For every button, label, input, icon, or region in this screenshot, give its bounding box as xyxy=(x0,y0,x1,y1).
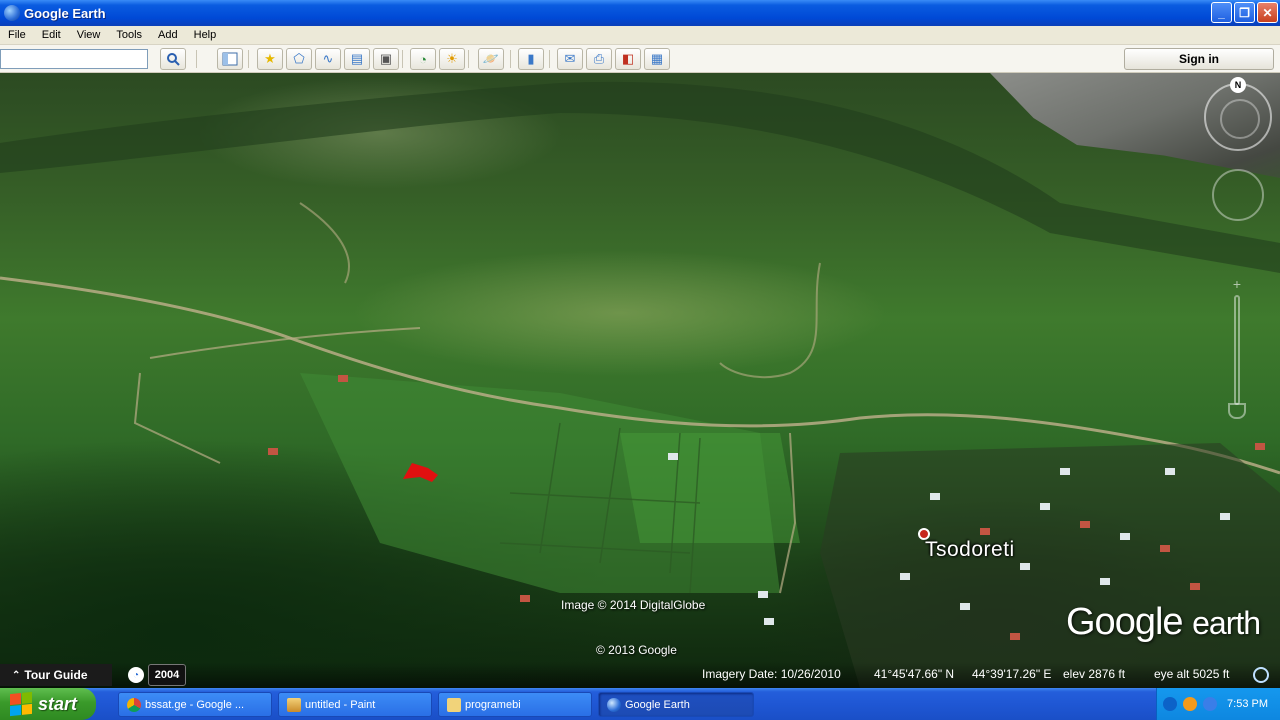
house xyxy=(338,375,348,382)
tray-avast-icon[interactable] xyxy=(1183,697,1197,711)
house xyxy=(1160,545,1170,552)
historical-imagery-icon[interactable]: ◔ xyxy=(128,667,144,683)
eye-altitude: eye alt 5025 ft xyxy=(1154,667,1230,681)
add-path-icon[interactable]: ∿ xyxy=(315,48,341,70)
house xyxy=(1040,503,1050,510)
house xyxy=(1010,633,1020,640)
taskbar-item-google-earth[interactable]: Google Earth xyxy=(598,692,754,717)
map-viewport[interactable]: Tsodoreti Image © 2014 DigitalGlobe © 20… xyxy=(0,73,1280,688)
menu-tools[interactable]: Tools xyxy=(108,29,150,41)
house xyxy=(1100,578,1110,585)
window-title: Google Earth xyxy=(24,5,106,21)
house xyxy=(1255,443,1265,450)
house xyxy=(960,603,970,610)
latitude: 41°45'47.66" N xyxy=(874,667,955,681)
menu-edit[interactable]: Edit xyxy=(34,29,69,41)
taskbar-item-folder[interactable]: programebi xyxy=(438,692,592,717)
add-polygon-icon[interactable]: ⬠ xyxy=(286,48,312,70)
folder-icon xyxy=(447,698,461,712)
historical-imagery-icon[interactable]: ◔ xyxy=(410,48,436,70)
zoom-out-icon[interactable] xyxy=(1228,403,1246,419)
system-tray: 7:53 PM xyxy=(1156,688,1280,720)
sidebar-toggle-icon[interactable] xyxy=(217,48,243,70)
house xyxy=(1220,513,1230,520)
google-earth-icon xyxy=(4,5,20,21)
taskbar-item-chrome[interactable]: bssat.ge - Google ... xyxy=(118,692,272,717)
menu-bar: File Edit View Tools Add Help xyxy=(0,26,1280,45)
menu-help[interactable]: Help xyxy=(186,29,225,41)
view-in-maps-icon[interactable]: ◧ xyxy=(615,48,641,70)
house xyxy=(1120,533,1130,540)
map-credit: © 2013 Google xyxy=(596,643,677,657)
menu-add[interactable]: Add xyxy=(150,29,186,41)
windows-logo-icon xyxy=(10,691,32,717)
maximize-button[interactable]: ❐ xyxy=(1234,2,1255,23)
house xyxy=(980,528,990,535)
zoom-in-icon[interactable]: + xyxy=(1230,277,1244,291)
sign-in-button[interactable]: Sign in xyxy=(1124,48,1274,70)
map-imagery xyxy=(0,81,1280,688)
elevation: elev 2876 ft xyxy=(1063,667,1126,681)
house xyxy=(1080,521,1090,528)
navigation-controls: N + xyxy=(1202,77,1274,421)
tray-bluetooth-icon[interactable] xyxy=(1203,697,1217,711)
house xyxy=(1190,583,1200,590)
house xyxy=(1060,468,1070,475)
google-earth-logo: Google earth xyxy=(1066,601,1261,643)
place-label[interactable]: Tsodoreti xyxy=(925,538,1015,562)
house xyxy=(900,573,910,580)
house xyxy=(930,493,940,500)
longitude: 44°39'17.26" E xyxy=(972,667,1052,681)
start-button[interactable]: start xyxy=(0,688,96,720)
zoom-slider[interactable] xyxy=(1234,295,1240,405)
chevron-up-icon: ⌃ xyxy=(12,669,21,681)
clock[interactable]: 7:53 PM xyxy=(1227,698,1268,710)
print-icon[interactable]: ⎙ xyxy=(586,48,612,70)
tray-arrow-icon[interactable] xyxy=(1163,697,1177,711)
tour-guide-button[interactable]: ⌃ Tour Guide xyxy=(0,664,112,686)
streaming-progress-icon xyxy=(1253,667,1269,683)
save-image-icon[interactable]: ▦ xyxy=(644,48,670,70)
toolbar: ★ ⬠ ∿ ▤ ▣ ◔ ☀ 🪐 ▮ ✉ ⎙ ◧ ▦ Sign in xyxy=(0,45,1280,73)
planets-icon[interactable]: 🪐 xyxy=(478,48,504,70)
add-image-overlay-icon[interactable]: ▤ xyxy=(344,48,370,70)
house xyxy=(1020,563,1030,570)
search-input[interactable] xyxy=(0,49,148,69)
compass-ring[interactable] xyxy=(1204,83,1272,151)
imagery-date: Imagery Date: 10/26/2010 xyxy=(702,667,841,681)
house xyxy=(1165,468,1175,475)
paint-icon xyxy=(287,698,301,712)
status-bar: ⌃ Tour Guide ◔ 2004 Imagery Date: 10/26/2… xyxy=(0,662,1280,688)
menu-file[interactable]: File xyxy=(0,29,34,41)
window-title-bar[interactable]: Google Earth _ ❐ ✕ xyxy=(0,0,1280,26)
email-icon[interactable]: ✉ xyxy=(557,48,583,70)
move-joystick[interactable] xyxy=(1212,169,1264,221)
house xyxy=(520,595,530,602)
house xyxy=(764,618,774,625)
imagery-year-badge[interactable]: 2004 xyxy=(148,664,186,686)
google-earth-icon xyxy=(607,698,621,712)
taskbar-item-paint[interactable]: untitled - Paint xyxy=(278,692,432,717)
search-icon[interactable] xyxy=(160,48,186,70)
close-button[interactable]: ✕ xyxy=(1257,2,1278,23)
chrome-icon xyxy=(127,698,141,712)
ruler-icon[interactable]: ▮ xyxy=(518,48,544,70)
house xyxy=(668,453,678,460)
add-placemark-icon[interactable]: ★ xyxy=(257,48,283,70)
house xyxy=(758,591,768,598)
house xyxy=(268,448,278,455)
record-tour-icon[interactable]: ▣ xyxy=(373,48,399,70)
sunlight-icon[interactable]: ☀ xyxy=(439,48,465,70)
north-icon[interactable]: N xyxy=(1230,77,1246,93)
minimize-button[interactable]: _ xyxy=(1211,2,1232,23)
imagery-credit: Image © 2014 DigitalGlobe xyxy=(561,598,706,612)
menu-view[interactable]: View xyxy=(69,29,109,41)
taskbar: start bssat.ge - Google ... untitled - P… xyxy=(0,688,1280,720)
